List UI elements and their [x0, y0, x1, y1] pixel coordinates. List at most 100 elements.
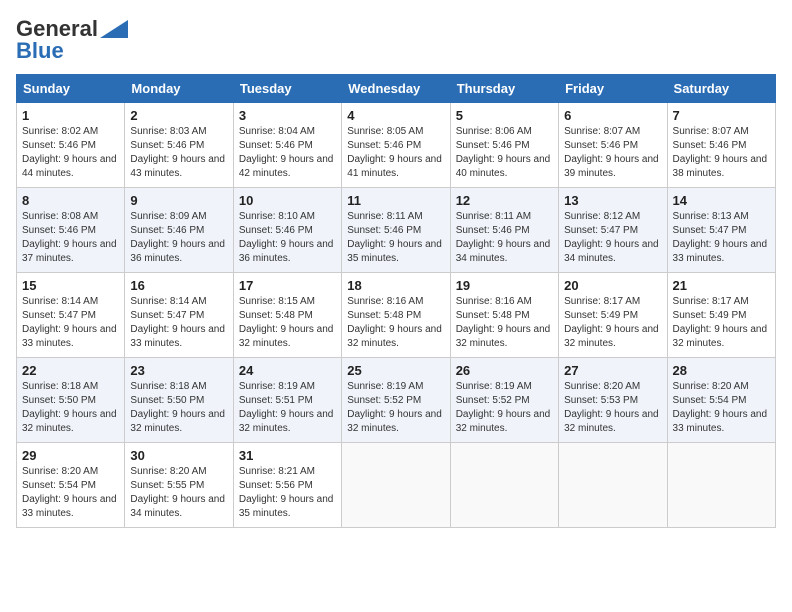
table-row: 19 Sunrise: 8:16 AMSunset: 5:48 PMDayligh…	[450, 273, 558, 358]
table-row: 13 Sunrise: 8:12 AMSunset: 5:47 PMDayligh…	[559, 188, 667, 273]
table-row: 31Sunrise: 8:21 AMSunset: 5:56 PMDayligh…	[233, 443, 341, 528]
day-info: Sunrise: 8:03 AMSunset: 5:46 PMDaylight:…	[130, 125, 227, 181]
logo-blue: Blue	[16, 38, 64, 64]
calendar-header-row: Sunday Monday Tuesday Wednesday Thursday…	[17, 75, 776, 103]
table-row: 12Sunrise: 8:11 AMSunset: 5:46 PMDayligh…	[450, 188, 558, 273]
day-number: 9	[130, 193, 227, 208]
day-number: 24	[239, 363, 336, 378]
day-number: 7	[673, 108, 770, 123]
table-row: 15 Sunrise: 8:14 AMSunset: 5:47 PMDayligh…	[17, 273, 125, 358]
col-sunday: Sunday	[17, 75, 125, 103]
page-header: General Blue	[16, 16, 776, 64]
day-number: 30	[130, 448, 227, 463]
day-info: Sunrise: 8:19 AMSunset: 5:52 PMDaylight:…	[347, 380, 444, 436]
day-info: Sunrise: 8:08 AMSunset: 5:46 PMDaylight:…	[22, 210, 119, 266]
table-row: 27Sunrise: 8:20 AMSunset: 5:53 PMDayligh…	[559, 358, 667, 443]
table-row: 6 Sunrise: 8:07 AMSunset: 5:46 PMDaylight…	[559, 103, 667, 188]
day-info: Sunrise: 8:19 AMSunset: 5:51 PMDaylight:…	[239, 380, 336, 436]
table-row: 16 Sunrise: 8:14 AMSunset: 5:47 PMDayligh…	[125, 273, 233, 358]
day-number: 11	[347, 193, 444, 208]
table-row: 4Sunrise: 8:05 AMSunset: 5:46 PMDaylight…	[342, 103, 450, 188]
table-row: 9 Sunrise: 8:09 AMSunset: 5:46 PMDaylight…	[125, 188, 233, 273]
day-number: 23	[130, 363, 227, 378]
col-wednesday: Wednesday	[342, 75, 450, 103]
calendar-week-row: 15 Sunrise: 8:14 AMSunset: 5:47 PMDayligh…	[17, 273, 776, 358]
day-info: Sunrise: 8:06 AMSunset: 5:46 PMDaylight:…	[456, 125, 553, 181]
logo-icon	[100, 20, 128, 38]
day-number: 22	[22, 363, 119, 378]
table-row: 5 Sunrise: 8:06 AMSunset: 5:46 PMDaylight…	[450, 103, 558, 188]
table-row: 14 Sunrise: 8:13 AMSunset: 5:47 PMDayligh…	[667, 188, 775, 273]
day-info: Sunrise: 8:20 AMSunset: 5:54 PMDaylight:…	[673, 380, 770, 436]
day-info: Sunrise: 8:14 AMSunset: 5:47 PMDaylight:…	[22, 295, 119, 351]
day-number: 25	[347, 363, 444, 378]
day-number: 14	[673, 193, 770, 208]
table-row: 1 Sunrise: 8:02 AMSunset: 5:46 PMDaylight…	[17, 103, 125, 188]
table-row	[450, 443, 558, 528]
col-tuesday: Tuesday	[233, 75, 341, 103]
day-number: 2	[130, 108, 227, 123]
day-number: 8	[22, 193, 119, 208]
day-number: 15	[22, 278, 119, 293]
day-number: 29	[22, 448, 119, 463]
day-number: 18	[347, 278, 444, 293]
day-info: Sunrise: 8:10 AMSunset: 5:46 PMDaylight:…	[239, 210, 336, 266]
col-saturday: Saturday	[667, 75, 775, 103]
day-info: Sunrise: 8:11 AMSunset: 5:46 PMDaylight:…	[456, 210, 553, 266]
day-info: Sunrise: 8:18 AMSunset: 5:50 PMDaylight:…	[22, 380, 119, 436]
day-info: Sunrise: 8:11 AMSunset: 5:46 PMDaylight:…	[347, 210, 444, 266]
table-row: 20 Sunrise: 8:17 AMSunset: 5:49 PMDayligh…	[559, 273, 667, 358]
day-number: 28	[673, 363, 770, 378]
table-row: 29Sunrise: 8:20 AMSunset: 5:54 PMDayligh…	[17, 443, 125, 528]
day-info: Sunrise: 8:17 AMSunset: 5:49 PMDaylight:…	[564, 295, 661, 351]
table-row: 26 Sunrise: 8:19 AMSunset: 5:52 PMDayligh…	[450, 358, 558, 443]
table-row: 28 Sunrise: 8:20 AMSunset: 5:54 PMDayligh…	[667, 358, 775, 443]
calendar-week-row: 29Sunrise: 8:20 AMSunset: 5:54 PMDayligh…	[17, 443, 776, 528]
day-number: 10	[239, 193, 336, 208]
day-info: Sunrise: 8:09 AMSunset: 5:46 PMDaylight:…	[130, 210, 227, 266]
table-row: 17 Sunrise: 8:15 AMSunset: 5:48 PMDayligh…	[233, 273, 341, 358]
day-info: Sunrise: 8:02 AMSunset: 5:46 PMDaylight:…	[22, 125, 119, 181]
day-number: 20	[564, 278, 661, 293]
day-number: 16	[130, 278, 227, 293]
day-info: Sunrise: 8:05 AMSunset: 5:46 PMDaylight:…	[347, 125, 444, 181]
day-info: Sunrise: 8:14 AMSunset: 5:47 PMDaylight:…	[130, 295, 227, 351]
calendar-week-row: 8 Sunrise: 8:08 AMSunset: 5:46 PMDaylight…	[17, 188, 776, 273]
col-friday: Friday	[559, 75, 667, 103]
day-number: 13	[564, 193, 661, 208]
day-info: Sunrise: 8:19 AMSunset: 5:52 PMDaylight:…	[456, 380, 553, 436]
day-number: 3	[239, 108, 336, 123]
day-info: Sunrise: 8:07 AMSunset: 5:46 PMDaylight:…	[564, 125, 661, 181]
table-row: 21 Sunrise: 8:17 AMSunset: 5:49 PMDayligh…	[667, 273, 775, 358]
table-row: 7 Sunrise: 8:07 AMSunset: 5:46 PMDaylight…	[667, 103, 775, 188]
day-info: Sunrise: 8:20 AMSunset: 5:55 PMDaylight:…	[130, 465, 227, 521]
table-row: 25 Sunrise: 8:19 AMSunset: 5:52 PMDayligh…	[342, 358, 450, 443]
table-row: 18 Sunrise: 8:16 AMSunset: 5:48 PMDayligh…	[342, 273, 450, 358]
logo: General Blue	[16, 16, 128, 64]
calendar-week-row: 1 Sunrise: 8:02 AMSunset: 5:46 PMDaylight…	[17, 103, 776, 188]
table-row: 2 Sunrise: 8:03 AMSunset: 5:46 PMDaylight…	[125, 103, 233, 188]
day-info: Sunrise: 8:12 AMSunset: 5:47 PMDaylight:…	[564, 210, 661, 266]
table-row: 24 Sunrise: 8:19 AMSunset: 5:51 PMDayligh…	[233, 358, 341, 443]
day-number: 1	[22, 108, 119, 123]
table-row	[559, 443, 667, 528]
day-number: 19	[456, 278, 553, 293]
day-info: Sunrise: 8:15 AMSunset: 5:48 PMDaylight:…	[239, 295, 336, 351]
day-number: 5	[456, 108, 553, 123]
col-monday: Monday	[125, 75, 233, 103]
day-info: Sunrise: 8:07 AMSunset: 5:46 PMDaylight:…	[673, 125, 770, 181]
table-row: 22 Sunrise: 8:18 AMSunset: 5:50 PMDayligh…	[17, 358, 125, 443]
table-row	[342, 443, 450, 528]
day-info: Sunrise: 8:16 AMSunset: 5:48 PMDaylight:…	[347, 295, 444, 351]
day-info: Sunrise: 8:13 AMSunset: 5:47 PMDaylight:…	[673, 210, 770, 266]
table-row: 3Sunrise: 8:04 AMSunset: 5:46 PMDaylight…	[233, 103, 341, 188]
table-row: 10 Sunrise: 8:10 AMSunset: 5:46 PMDayligh…	[233, 188, 341, 273]
day-info: Sunrise: 8:16 AMSunset: 5:48 PMDaylight:…	[456, 295, 553, 351]
day-number: 26	[456, 363, 553, 378]
day-number: 17	[239, 278, 336, 293]
day-info: Sunrise: 8:17 AMSunset: 5:49 PMDaylight:…	[673, 295, 770, 351]
table-row: 8 Sunrise: 8:08 AMSunset: 5:46 PMDaylight…	[17, 188, 125, 273]
day-number: 6	[564, 108, 661, 123]
calendar-week-row: 22 Sunrise: 8:18 AMSunset: 5:50 PMDayligh…	[17, 358, 776, 443]
day-number: 21	[673, 278, 770, 293]
